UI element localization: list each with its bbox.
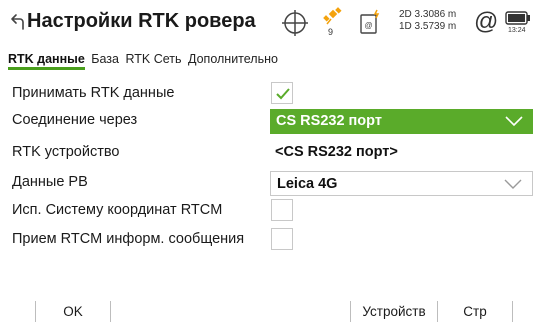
connect-via-row: Соединение через CS RS232 порт <box>0 108 533 134</box>
rtcm-messages-row: Прием RTCM информ. сообщения <box>0 227 533 253</box>
connect-via-value: CS RS232 порт <box>276 113 382 129</box>
rtk-device-icon[interactable]: @ <box>358 8 384 36</box>
rtk-device-value: <CS RS232 порт> <box>275 144 398 160</box>
softkey-bar: OK Устройств Стр <box>0 301 533 322</box>
softkey-empty[interactable] <box>110 301 350 322</box>
quality-2d: 2D 3.3086 m <box>399 9 457 20</box>
tab-rtk-network[interactable]: RTK Сеть <box>125 52 181 66</box>
chevron-down-icon <box>505 116 523 127</box>
rtk-device-row: RTK устройство <CS RS232 порт> <box>0 140 533 166</box>
tab-base[interactable]: База <box>91 52 119 66</box>
rtcm-messages-checkbox[interactable] <box>271 228 293 250</box>
rtcm-messages-label: Прием RTCM информ. сообщения <box>12 231 245 247</box>
use-rtcm-cs-checkbox[interactable] <box>271 199 293 221</box>
use-rtcm-cs-row: Исп. Систему координат RTCM <box>0 198 533 224</box>
connect-via-label: Соединение через <box>12 112 138 128</box>
satellite-count: 9 <box>328 27 334 37</box>
quality-readout: 2D 3.3086 m 1D 3.5739 m <box>399 9 456 33</box>
use-rtcm-cs-label: Исп. Систему координат RTCM <box>12 202 223 218</box>
ref-data-label: Данные РВ <box>12 174 88 190</box>
tab-advanced[interactable]: Дополнительно <box>188 52 278 66</box>
ok-button[interactable]: OK <box>35 301 110 322</box>
ref-data-select[interactable]: Leica 4G <box>270 171 533 196</box>
satellite-icon[interactable] <box>321 7 347 39</box>
ref-data-row: Данные РВ Leica 4G <box>0 170 533 196</box>
receive-rtk-label: Принимать RTK данные <box>12 85 175 101</box>
title-bar: Настройки RTK ровера 9 @ 2D 3.3086 m 1D … <box>0 0 533 46</box>
back-icon[interactable] <box>8 13 26 31</box>
devices-button[interactable]: Устройств <box>350 301 437 322</box>
at-icon[interactable]: @ <box>474 8 498 36</box>
connect-via-select[interactable]: CS RS232 порт <box>270 109 533 134</box>
page-title: Настройки RTK ровера <box>27 10 256 32</box>
rtk-device-label: RTK устройство <box>12 144 120 160</box>
receive-rtk-checkbox[interactable] <box>271 82 293 104</box>
crosshair-icon[interactable] <box>280 8 310 38</box>
svg-text:@: @ <box>364 21 372 30</box>
chevron-down-icon <box>504 179 522 189</box>
ref-data-value: Leica 4G <box>277 176 338 192</box>
page-button[interactable]: Стр <box>437 301 513 322</box>
tab-bar: RTK данные База RTK Сеть Дополнительно <box>8 52 281 72</box>
quality-1d: 1D 3.5739 m <box>399 21 457 32</box>
tab-rtk-data[interactable]: RTK данные <box>8 52 85 70</box>
checkmark-icon <box>276 88 290 100</box>
clock-time: 13:24 <box>508 27 526 34</box>
receive-rtk-row: Принимать RTK данные <box>0 81 533 107</box>
